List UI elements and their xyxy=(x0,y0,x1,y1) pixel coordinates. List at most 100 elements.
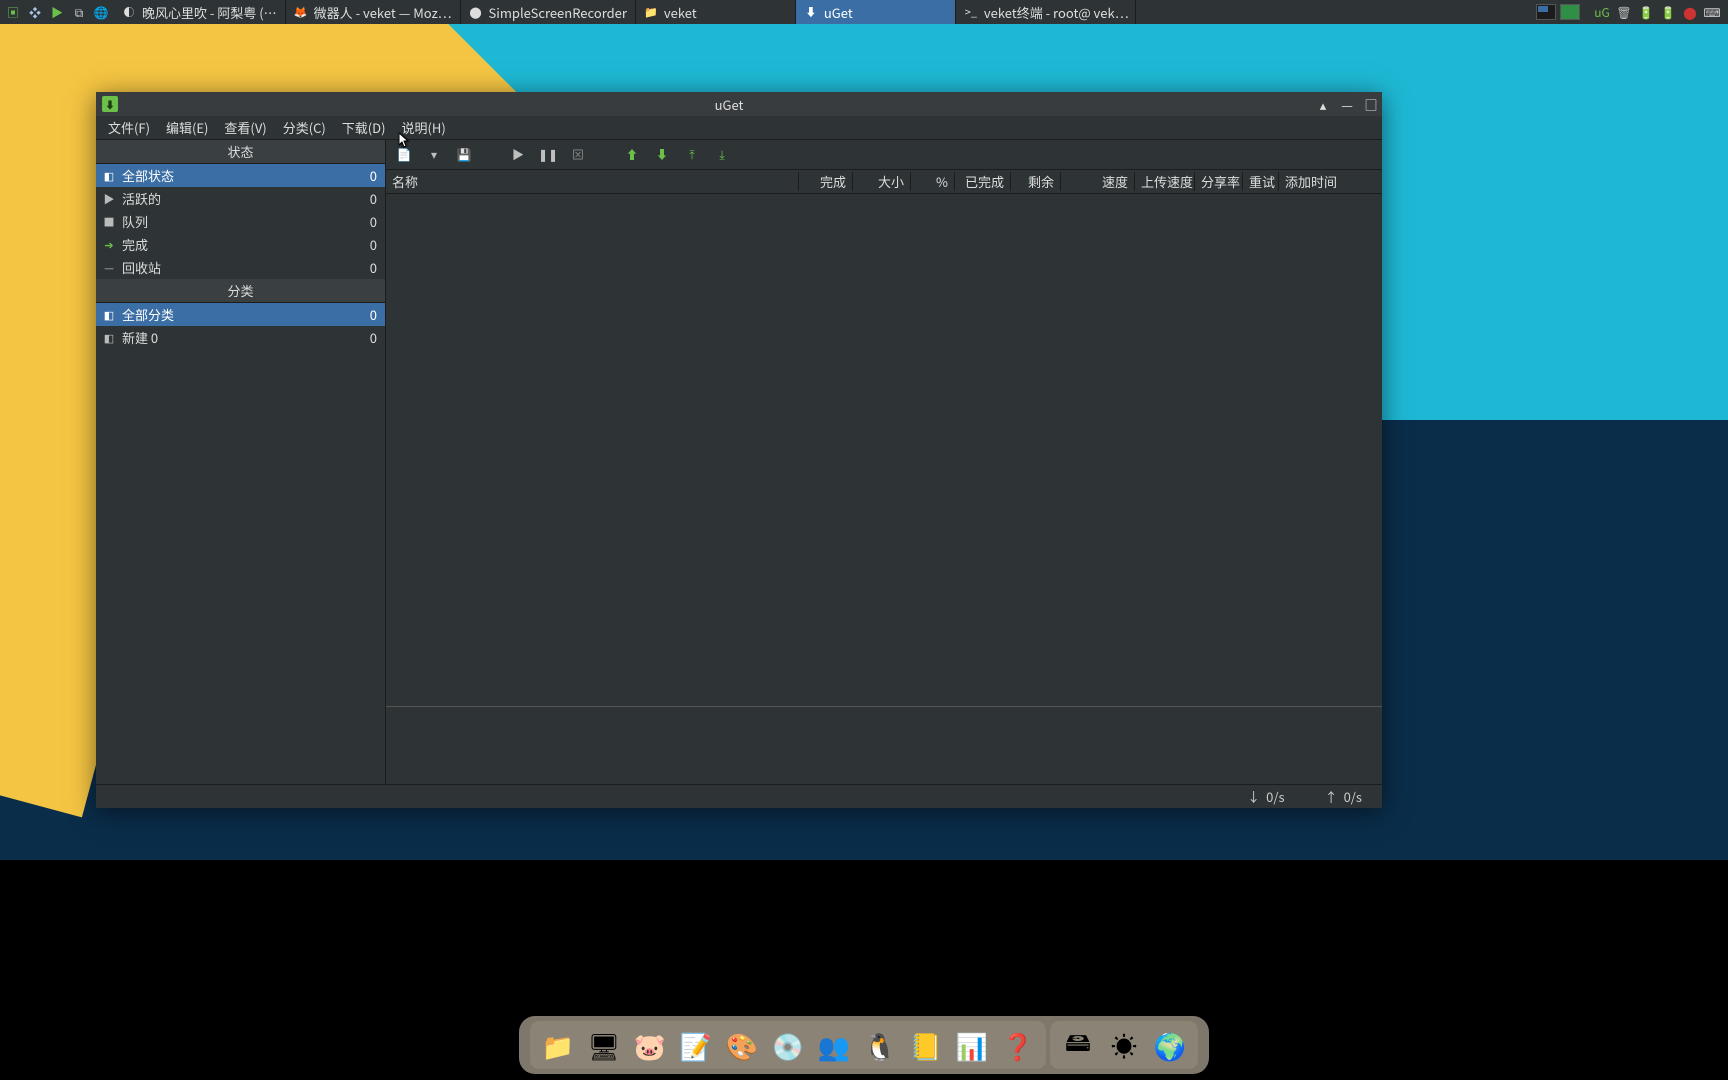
sidebar-item-label: 回收站 xyxy=(122,258,364,277)
dock-help-icon[interactable]: ❓ xyxy=(996,1023,1040,1067)
move-down-button[interactable]: ⬇ xyxy=(654,147,670,163)
dock-media-icon[interactable]: 💿 xyxy=(766,1023,810,1067)
column-header[interactable]: 添加时间 xyxy=(1279,172,1339,191)
taskbar-window-button[interactable]: 📁veket xyxy=(636,0,796,24)
window-app-icon: 🦊 xyxy=(294,5,308,19)
workspace-switcher[interactable] xyxy=(1530,4,1586,20)
panel-launchers: ▣ ❖ ▶ ⧉ 🌐 xyxy=(0,3,114,21)
taskbar-window-button[interactable]: ⬤SimpleScreenRecorder xyxy=(461,0,636,24)
dock-sun-icon[interactable]: ☀ xyxy=(1102,1023,1146,1067)
tray-icon[interactable]: uG xyxy=(1594,4,1610,20)
tray-icon[interactable]: 🗑 xyxy=(1616,4,1632,20)
dock-sheet-icon[interactable]: 📊 xyxy=(950,1023,994,1067)
sidebar-item-count: 0 xyxy=(370,166,377,185)
panel-tray: uG 🗑 🔋 🔋 ⬤ ⌨ xyxy=(1586,4,1728,20)
minimize-button[interactable]: — xyxy=(1340,95,1354,114)
stop-button[interactable]: ⊠ xyxy=(570,147,586,163)
column-header[interactable]: 已完成 xyxy=(955,172,1011,191)
sidebar-item-icon: ➔ xyxy=(102,237,116,253)
workspace-1[interactable] xyxy=(1536,4,1556,20)
taskbar-window-button[interactable]: >_ veket终端 - root@ vek… xyxy=(956,0,1136,24)
column-header[interactable]: 速度 xyxy=(1061,172,1135,191)
taskbar-window-button[interactable]: 🦊 微器人 - veket — Moz… xyxy=(286,0,461,24)
taskbar-window-button[interactable]: ◐晚风心里吹 - 阿梨粤 (… xyxy=(114,0,286,24)
tray-icon[interactable]: ⌨ xyxy=(1704,4,1720,20)
sidebar-item[interactable]: ▶活跃的0 xyxy=(96,187,385,210)
workspace-2[interactable] xyxy=(1560,4,1580,20)
sidebar: 状态 ◧全部状态0▶活跃的0■队列0➔完成0—回收站0 分类 ◧全部分类0◧新建… xyxy=(96,140,386,784)
download-list[interactable] xyxy=(386,194,1382,706)
start-button[interactable]: ▶ xyxy=(510,147,526,163)
menubar: 文件(F)编辑(E)查看(V)分类(C)下载(D)说明(H) xyxy=(96,116,1382,140)
detail-pane xyxy=(386,706,1382,784)
download-speed-value: 0/s xyxy=(1266,787,1284,806)
tray-icon[interactable]: ⬤ xyxy=(1682,4,1698,20)
sidebar-item-count: 0 xyxy=(370,258,377,277)
sidebar-item-count: 0 xyxy=(370,189,377,208)
run-icon[interactable]: ▶ xyxy=(48,3,66,21)
sidebar-item-label: 全部分类 xyxy=(122,305,364,324)
move-top-button[interactable]: ⤒ xyxy=(684,147,700,163)
window-label: uGet xyxy=(824,3,853,22)
menu-item[interactable]: 下载(D) xyxy=(334,116,394,139)
tray-icon[interactable]: 🔋 xyxy=(1638,4,1654,20)
dock-chat-icon[interactable]: 👥 xyxy=(812,1023,856,1067)
move-bottom-button[interactable]: ⤓ xyxy=(714,147,730,163)
menu-item[interactable]: 查看(V) xyxy=(216,116,274,139)
sidebar-status-list: ◧全部状态0▶活跃的0■队列0➔完成0—回收站0 xyxy=(96,164,385,279)
menu-item[interactable]: 文件(F) xyxy=(100,116,158,139)
sidebar-item-count: 0 xyxy=(370,235,377,254)
terminal-icon[interactable]: ⧉ xyxy=(70,3,88,21)
column-header[interactable]: % xyxy=(911,172,955,191)
menu-item[interactable]: 编辑(E) xyxy=(158,116,216,139)
save-all-button[interactable]: 💾 xyxy=(456,147,472,163)
window-app-icon: >_ xyxy=(964,5,978,19)
veket-menu-icon[interactable]: ❖ xyxy=(26,3,44,21)
taskbar-window-button[interactable]: ⬇ uGet xyxy=(796,0,956,24)
titlebar[interactable]: ⬇ uGet ▴ — □ xyxy=(96,92,1382,116)
sidebar-item-icon: ◧ xyxy=(102,168,116,184)
sidebar-item-label: 全部状态 xyxy=(122,166,364,185)
window-app-icon: ◐ xyxy=(122,5,136,19)
column-header[interactable]: 重试 xyxy=(1243,172,1279,191)
system-monitor-icon[interactable]: ▣ xyxy=(4,3,22,21)
dock-pig-icon[interactable]: 🐷 xyxy=(628,1023,672,1067)
column-header[interactable]: 剩余 xyxy=(1011,172,1061,191)
column-header[interactable]: 大小 xyxy=(853,172,911,191)
dock-disk-icon[interactable]: 🖴 xyxy=(1056,1023,1100,1067)
dock-group-apps: 📁🖥🐷📝🎨💿👥🐧📒📊❓ xyxy=(529,1020,1047,1070)
sidebar-category-list: ◧全部分类0◧新建 00 xyxy=(96,303,385,349)
sidebar-item[interactable]: —回收站0 xyxy=(96,256,385,279)
web-browser-icon[interactable]: 🌐 xyxy=(92,3,110,21)
dock-globe-icon[interactable]: 🌍 xyxy=(1148,1023,1192,1067)
dock-tux-icon[interactable]: 🐧 xyxy=(858,1023,902,1067)
move-up-button[interactable]: ⬆ xyxy=(624,147,640,163)
window-label: veket终端 - root@ vek… xyxy=(984,3,1129,22)
window-label: 微器人 - veket — Moz… xyxy=(314,3,452,22)
sidebar-item[interactable]: ➔完成0 xyxy=(96,233,385,256)
dock-screenshot-icon[interactable]: 🖥 xyxy=(582,1023,626,1067)
new-dropdown-button[interactable]: ▾ xyxy=(426,147,442,163)
column-header[interactable]: 上传速度 xyxy=(1135,172,1195,191)
dock-editor-icon[interactable]: 📝 xyxy=(674,1023,718,1067)
sidebar-category-header: 分类 xyxy=(96,279,385,303)
column-header[interactable]: 完成 xyxy=(799,172,853,191)
sidebar-item[interactable]: ◧全部分类0 xyxy=(96,303,385,326)
sidebar-item-icon: ◧ xyxy=(102,307,116,323)
dock-paint-icon[interactable]: 🎨 xyxy=(720,1023,764,1067)
pause-button[interactable]: ❚❚ xyxy=(540,147,556,163)
dock: 📁🖥🐷📝🎨💿👥🐧📒📊❓ 🖴☀🌍 xyxy=(519,1016,1209,1074)
dock-files-icon[interactable]: 📁 xyxy=(536,1023,580,1067)
rollup-button[interactable]: ▴ xyxy=(1316,95,1330,114)
column-header[interactable]: 名称 xyxy=(386,172,799,191)
tray-icon[interactable]: 🔋 xyxy=(1660,4,1676,20)
maximize-button[interactable]: □ xyxy=(1364,95,1378,114)
sidebar-item[interactable]: ■队列0 xyxy=(96,210,385,233)
menu-item[interactable]: 分类(C) xyxy=(275,116,334,139)
column-header[interactable]: 分享率 xyxy=(1195,172,1243,191)
sidebar-item-label: 活跃的 xyxy=(122,189,364,208)
dock-notes-icon[interactable]: 📒 xyxy=(904,1023,948,1067)
window-app-icon: ⬇ xyxy=(804,5,818,19)
sidebar-item[interactable]: ◧新建 00 xyxy=(96,326,385,349)
sidebar-item[interactable]: ◧ 全部状态 0 xyxy=(96,164,385,187)
